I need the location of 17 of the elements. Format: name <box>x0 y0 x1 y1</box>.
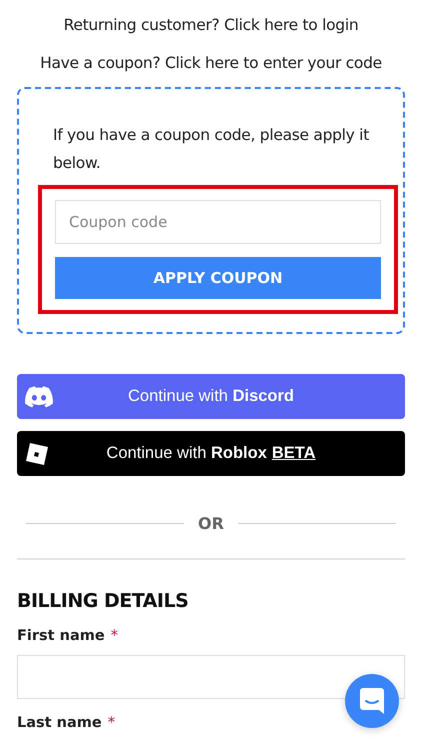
roblox-login-button[interactable]: Continue with Roblox BETA <box>17 431 405 476</box>
field-label: First name <box>17 628 105 644</box>
discord-login-button[interactable]: Continue with Discord <box>17 374 405 419</box>
notice-text[interactable]: Returning customer? Click here to login <box>0 0 422 36</box>
coupon-instructions: If you have a coupon code, please apply it below. <box>53 125 370 174</box>
apply-coupon-button[interactable]: APPLY COUPON <box>55 257 381 299</box>
notice-text[interactable]: Have a coupon? Click here to enter your code <box>0 36 422 74</box>
field-label: Last name <box>17 715 102 731</box>
name-field[interactable] <box>17 655 405 699</box>
chat-icon <box>360 688 384 714</box>
coupon-field[interactable]: Coupon code <box>55 200 381 244</box>
section-heading: BILLING DETAILS <box>17 590 190 612</box>
chat-button[interactable] <box>345 674 399 728</box>
or-divider-text: OR <box>198 514 224 533</box>
required-mark: * <box>110 628 118 644</box>
required-mark: * <box>108 715 115 731</box>
game-controller-icon <box>25 386 53 408</box>
